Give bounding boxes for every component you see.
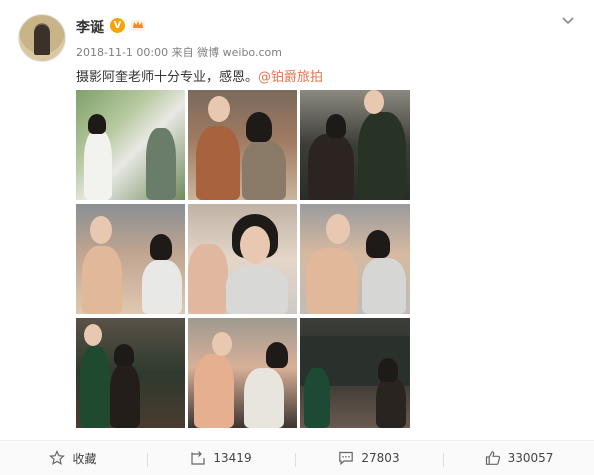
action-bar: 收藏 13419 27803 330057 (0, 441, 594, 475)
avatar[interactable] (18, 14, 66, 62)
photo-2[interactable] (188, 90, 297, 200)
photo-8[interactable] (188, 318, 297, 428)
favorite-label: 收藏 (72, 451, 97, 466)
photo-9[interactable] (300, 318, 410, 428)
username[interactable]: 李诞 (76, 17, 104, 37)
verified-badge-icon: V (110, 18, 125, 33)
photo-grid (76, 90, 410, 428)
post-text: 摄影阿奎老师十分专业，感恩。@铂爵旅拍 (76, 66, 323, 85)
post-body: 摄影阿奎老师十分专业，感恩。 (76, 70, 259, 85)
photo-1[interactable] (76, 90, 185, 200)
photo-6[interactable] (300, 204, 410, 314)
thumbs-up-icon (485, 451, 500, 465)
repost-count: 13419 (213, 451, 252, 465)
member-crown-icon (131, 20, 145, 31)
mention-link[interactable]: @铂爵旅拍 (258, 70, 323, 85)
favorite-button[interactable]: 收藏 (0, 441, 146, 475)
like-count: 330057 (507, 451, 554, 465)
photo-4[interactable] (76, 204, 185, 314)
photo-5[interactable] (188, 204, 297, 314)
repost-button[interactable]: 13419 (148, 441, 294, 475)
post-source: 来自 微博 weibo.com (171, 46, 282, 59)
chevron-down-icon[interactable] (560, 12, 576, 28)
photo-3[interactable] (300, 90, 410, 200)
star-icon (49, 450, 66, 466)
comment-icon (339, 451, 354, 466)
comment-button[interactable]: 27803 (296, 441, 442, 475)
repost-icon (191, 451, 206, 465)
post-meta: 2018-11-1 00:00 来自 微博 weibo.com (76, 44, 282, 60)
comment-count: 27803 (361, 451, 400, 465)
timestamp[interactable]: 2018-11-1 00:00 (76, 46, 168, 59)
like-button[interactable]: 330057 (444, 441, 594, 475)
photo-7[interactable] (76, 318, 185, 428)
